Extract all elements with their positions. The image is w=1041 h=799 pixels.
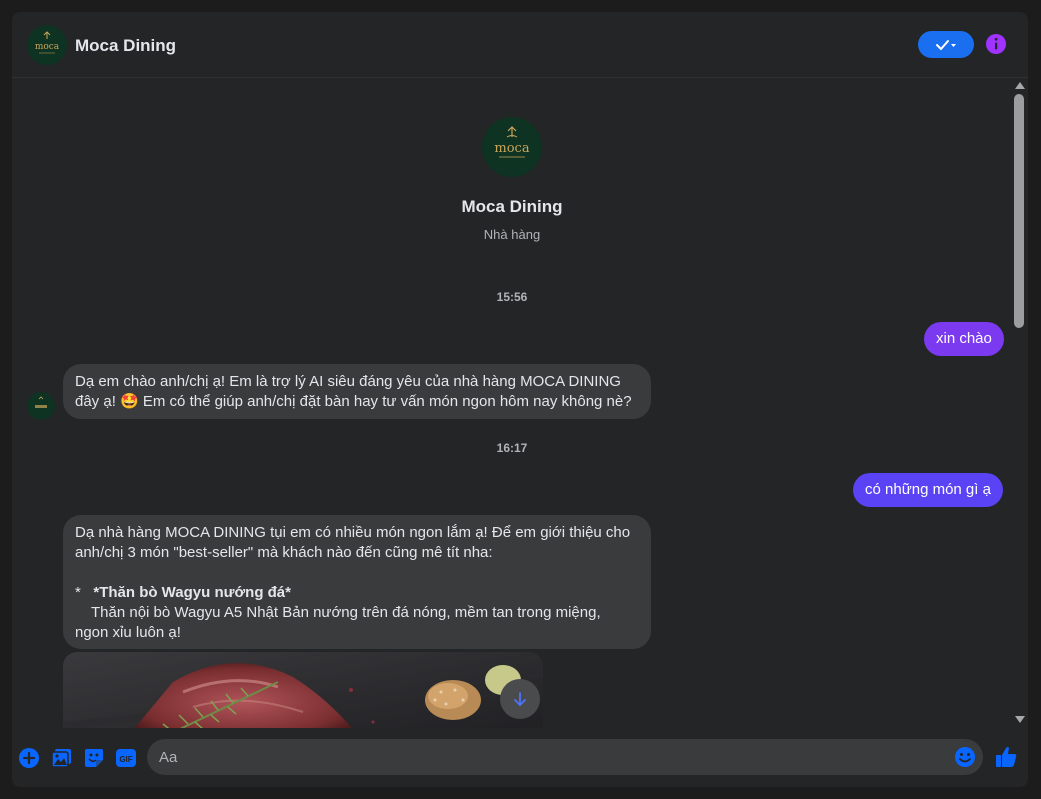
scroll-to-bottom-button[interactable] bbox=[500, 679, 540, 719]
message-input-box[interactable] bbox=[147, 739, 983, 775]
moca-logo-icon bbox=[27, 392, 55, 420]
dish-heading: * *Thăn bò Wagyu nướng đá* bbox=[75, 583, 639, 603]
message-line: Dạ nhà hàng MOCA DINING tụi em có nhiều … bbox=[75, 524, 631, 541]
scroll-down-arrow[interactable] bbox=[1015, 716, 1025, 723]
dish-description: Thăn nội bò Wagyu A5 Nhật Bản nướng trên… bbox=[91, 604, 601, 621]
plus-circle-icon[interactable] bbox=[18, 747, 40, 769]
incoming-message[interactable]: Dạ em chào anh/chị ạ! Em là trợ lý AI si… bbox=[63, 364, 651, 419]
moca-logo-icon: moca bbox=[482, 117, 542, 177]
mark-done-button[interactable] bbox=[918, 31, 974, 58]
message-text: Em có thể giúp anh/chị đặt bàn hay tư vấ… bbox=[138, 393, 632, 410]
scroll-up-arrow[interactable] bbox=[1015, 82, 1025, 89]
dish-description: ngon xỉu luôn ạ! bbox=[75, 624, 181, 641]
profile-category: Nhà hàng bbox=[483, 227, 541, 242]
scrollbar-thumb[interactable] bbox=[1014, 94, 1024, 328]
conversation-title: Moca Dining bbox=[75, 36, 177, 55]
bullet: * bbox=[75, 584, 81, 601]
message-line: Dạ em chào anh/chị ạ! Em là trợ lý AI si… bbox=[75, 373, 621, 390]
dish-title: *Thăn bò Wagyu nướng đá* bbox=[93, 584, 291, 601]
message-thread[interactable]: moca Moca Dining Nhà hàng 15:56 xin chào… bbox=[12, 79, 1028, 728]
profile-name: Moca Dining bbox=[461, 197, 563, 216]
chat-window: moca Moca Dining moca Moca Dining Nhà hà… bbox=[12, 12, 1028, 787]
timestamp: 15:56 bbox=[496, 290, 528, 304]
info-icon[interactable] bbox=[985, 33, 1007, 55]
sender-avatar[interactable] bbox=[27, 392, 55, 420]
message-input[interactable] bbox=[159, 739, 939, 775]
logo-text: moca bbox=[35, 42, 60, 52]
star-struck-emoji-icon: 🤩 bbox=[120, 393, 139, 410]
photo-icon[interactable] bbox=[51, 747, 73, 769]
page-avatar[interactable]: moca bbox=[27, 25, 67, 65]
timestamp: 16:17 bbox=[496, 441, 528, 455]
sticker-icon[interactable] bbox=[83, 747, 105, 769]
message-line: đây ạ! 🤩 Em có thể giúp anh/chị đặt bàn … bbox=[75, 392, 639, 412]
incoming-message[interactable]: Dạ nhà hàng MOCA DINING tụi em có nhiều … bbox=[63, 515, 651, 649]
gif-label: GIF bbox=[119, 755, 132, 764]
checkmark-icon bbox=[936, 39, 956, 50]
message-text: đây ạ! bbox=[75, 393, 121, 410]
logo-text: moca bbox=[494, 141, 529, 156]
message-line: anh/chị 3 món "best-seller" mà khách nào… bbox=[75, 544, 493, 561]
smile-icon[interactable] bbox=[954, 746, 976, 768]
moca-logo-icon: moca bbox=[27, 25, 67, 65]
outgoing-message[interactable]: xin chào bbox=[924, 322, 1004, 356]
wagyu-steak-image bbox=[63, 652, 543, 728]
thumbs-up-icon[interactable] bbox=[994, 745, 1018, 769]
profile-avatar[interactable]: moca bbox=[482, 117, 542, 177]
outgoing-message[interactable]: có những món gì ạ bbox=[853, 473, 1003, 507]
arrow-down-icon bbox=[514, 692, 526, 706]
gif-icon[interactable]: GIF bbox=[115, 747, 137, 769]
chat-header: moca Moca Dining bbox=[12, 12, 1028, 78]
wagyu-dish-photo[interactable] bbox=[63, 652, 543, 728]
